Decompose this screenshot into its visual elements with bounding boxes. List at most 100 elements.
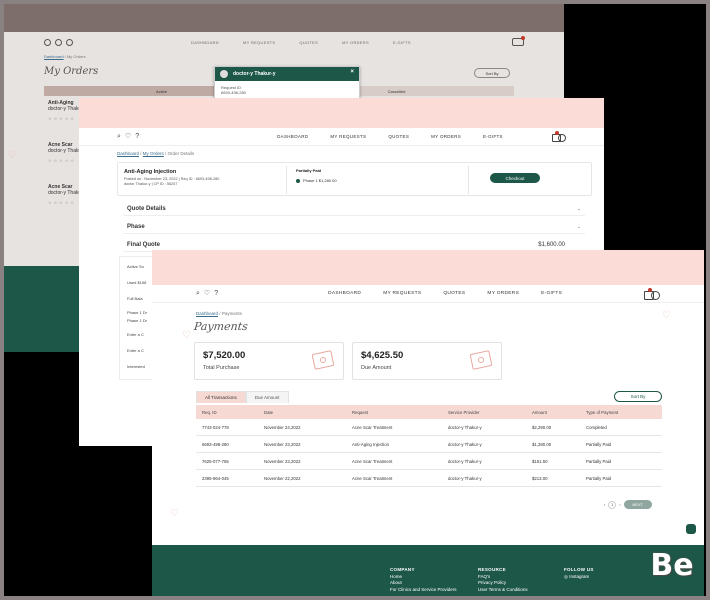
crumb-dashboard[interactable]: Dashboard (117, 151, 139, 156)
nav-bar: ⌕ ♡ ? DASHBOARD MY REQUESTS QUOTES MY OR… (152, 285, 704, 303)
accordion-quote-details[interactable]: Quote Details ⌄ (123, 202, 585, 216)
header-strip (79, 98, 604, 128)
nav-quotes[interactable]: QUOTES (299, 40, 318, 45)
crumb-current: My Orders (66, 54, 86, 59)
cell-date: November 23,2022 (264, 441, 301, 447)
footer-resource: RESOURCE FAQ's Privacy Policy User Terms… (478, 567, 528, 593)
footer-link-terms[interactable]: User Terms & Conditions (478, 587, 528, 594)
money-icon (311, 350, 335, 370)
col-date: Date (264, 409, 274, 415)
close-icon[interactable]: × (350, 69, 354, 75)
table-row[interactable]: 7743-024-778 November 24,2022 Acne Scar … (196, 419, 662, 436)
cell-payment-type: Completed (586, 424, 607, 430)
crumb-my-orders[interactable]: My Orders (143, 151, 164, 156)
footer-company: COMPANY Home About For Clinics and Servi… (390, 567, 457, 593)
nav-dashboard[interactable]: DASHBOARD (328, 291, 361, 296)
search-icon[interactable]: ⌕ (196, 290, 200, 297)
pagination: ‹ 1 › NEXT (604, 500, 652, 509)
divider (468, 166, 469, 194)
panel-label: Full Bala (127, 296, 143, 301)
nav-my-requests[interactable]: MY REQUESTS (330, 134, 366, 139)
phase-info: Phase 1 $1,280.00 (296, 178, 337, 183)
page-title: My Orders (44, 66, 99, 77)
heart-icon[interactable]: ♡ (204, 290, 210, 297)
money-icon (469, 350, 493, 370)
chevron-down-icon: ⌄ (576, 223, 581, 230)
site-footer: COMPANY Home About For Clinics and Servi… (152, 545, 704, 596)
nav-links: DASHBOARD MY REQUESTS QUOTES MY ORDERS E… (191, 40, 411, 45)
cart-icon[interactable] (552, 131, 566, 142)
table-row[interactable]: 6693-498-280 November 23,2022 Anti-Aging… (196, 436, 662, 453)
chevron-down-icon: ⌄ (576, 205, 581, 212)
payments-screen: ⌕ ♡ ? DASHBOARD MY REQUESTS QUOTES MY OR… (152, 250, 704, 596)
order-meta: Posted on : November 23, 2022 | Req ID :… (124, 177, 219, 187)
prev-page-button[interactable]: ‹ (604, 502, 605, 507)
nav-my-requests[interactable]: MY REQUESTS (243, 40, 275, 45)
next-page-arrow[interactable]: › (619, 502, 620, 507)
breadcrumb: Dashboard / My Orders (44, 54, 86, 59)
heart-icon[interactable] (55, 38, 62, 46)
footer-link-clinics[interactable]: For Clinics and Service Providers (390, 587, 457, 594)
heart-icon[interactable]: ♡ (125, 133, 131, 140)
crumb-dashboard[interactable]: Dashboard (44, 54, 64, 59)
cell-payment-type: Partially Paid (586, 441, 612, 447)
footer-follow: FOLLOW US ◎ Instagram (564, 567, 594, 580)
nav-my-orders[interactable]: MY ORDERS (342, 40, 369, 45)
cell-req-id: 2395-964-045 (202, 475, 229, 481)
accordion-label: Quote Details (127, 205, 166, 212)
heart-decoration-icon: ♡ (170, 508, 179, 519)
help-icon[interactable]: ? (214, 290, 218, 297)
sort-button[interactable]: Sort By (614, 391, 662, 402)
nav-e-gifts[interactable]: E-GIFTS (393, 40, 411, 45)
nav-bar: DASHBOARD MY REQUESTS QUOTES MY ORDERS E… (4, 32, 564, 52)
crumb-current: Order Details (167, 151, 195, 156)
checkout-button[interactable]: Checkout (490, 173, 540, 183)
cell-provider: doctor-y Thakur-y (448, 424, 482, 430)
search-icon[interactable]: ⌕ (117, 133, 121, 140)
popup-header: doctor-y Thakur-y × (215, 67, 359, 81)
nav-e-gifts[interactable]: E-GIFTS (483, 134, 503, 139)
nav-my-orders[interactable]: MY ORDERS (487, 291, 519, 296)
nav-dashboard[interactable]: DASHBOARD (277, 134, 308, 139)
nav-quotes[interactable]: QUOTES (443, 291, 465, 296)
table-row[interactable]: 2395-964-045 November 22,2022 Acne Scar … (196, 470, 662, 487)
chat-icon[interactable] (686, 524, 696, 534)
table-header: Req. ID Date Request Service Provider Am… (196, 405, 662, 419)
accordion-label: Final Quote (127, 241, 160, 248)
nav-my-orders[interactable]: MY ORDERS (431, 134, 461, 139)
total-purchase-label: Total Purchase (203, 365, 240, 371)
behance-logo: Be (650, 547, 694, 583)
tab-all-transactions[interactable]: All Transactions (196, 391, 246, 403)
nav-quotes[interactable]: QUOTES (388, 134, 409, 139)
crumb-separator: / (64, 54, 66, 59)
crumb-current: Payments (221, 311, 242, 316)
help-icon[interactable] (66, 38, 73, 46)
help-icon[interactable]: ? (135, 133, 139, 140)
cell-provider: doctor-y Thakur-y (448, 458, 482, 464)
search-icon[interactable] (44, 38, 51, 46)
order-summary-card: Anti-Aging Injection Posted on : Novembe… (117, 162, 592, 196)
crumb-dashboard[interactable]: Dashboard (196, 311, 218, 316)
tab-due-amount[interactable]: Due Amount (245, 391, 289, 403)
cell-req-id: 7743-024-778 (202, 424, 229, 430)
transaction-tabs: All Transactions Due Amount (196, 391, 289, 403)
nav-e-gifts[interactable]: E-GIFTS (541, 291, 562, 296)
cell-request: Anti-Aging Injection (352, 441, 390, 447)
page-number[interactable]: 1 (608, 500, 617, 509)
next-button[interactable]: NEXT (623, 500, 652, 509)
heart-decoration-icon: ♡ (182, 330, 191, 341)
cell-provider: doctor-y Thakur-y (448, 475, 482, 481)
table-row[interactable]: 7625-077-765 November 23,2022 Acne Scar … (196, 453, 662, 470)
cart-icon[interactable] (644, 287, 660, 300)
nav-my-requests[interactable]: MY REQUESTS (383, 291, 421, 296)
sort-button[interactable]: Sort By (474, 68, 510, 78)
panel-label: Enter a C (127, 348, 144, 353)
order-name: Anti-Aging Injection (124, 169, 177, 175)
footer-link-instagram[interactable]: ◎ Instagram (564, 574, 594, 581)
order-doctor: doctor Thakur-y | CP ID : 56207 (124, 182, 178, 186)
cart-icon[interactable] (512, 36, 525, 46)
cell-amount: $2,290.00 (532, 424, 552, 430)
panel-label: Phase 1 Dr (127, 318, 148, 323)
accordion-phase[interactable]: Phase ⌄ (123, 220, 585, 234)
nav-dashboard[interactable]: DASHBOARD (191, 40, 219, 45)
